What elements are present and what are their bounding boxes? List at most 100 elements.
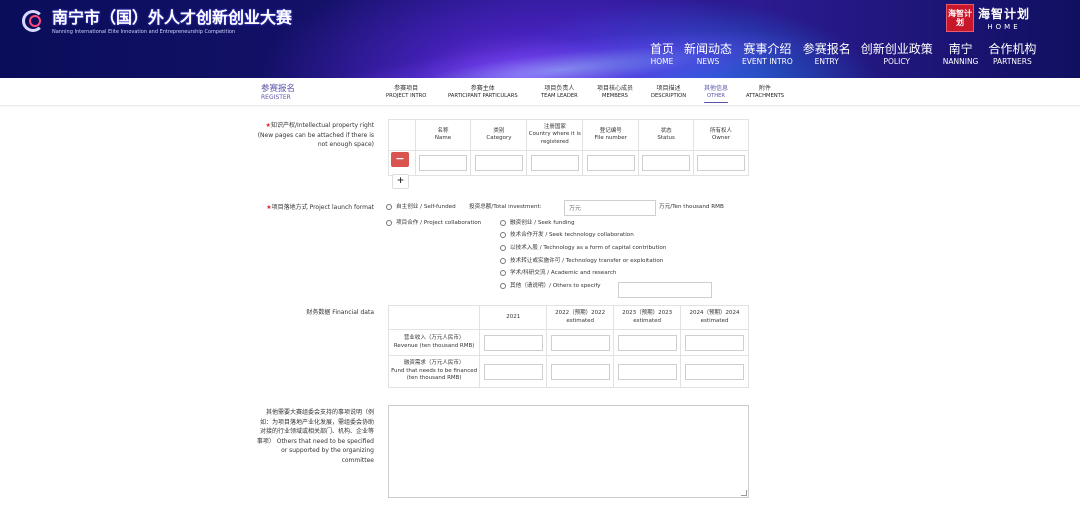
revenue-2022-input[interactable] <box>550 334 610 351</box>
main-nav: 首页 HOME 新闻动态 NEWS 赛事介绍 EVENT INTRO 参赛报名 ENTR… <box>650 42 1036 68</box>
ip-owner-input[interactable] <box>697 155 746 171</box>
radio-project-collaboration[interactable]: 项目合作 / Project collaboration <box>386 219 481 227</box>
others-specify-input[interactable] <box>618 282 712 298</box>
radio-others[interactable]: 其他（请说明）/ Others to specify <box>500 282 601 290</box>
brand-seal-icon: 海智计划 <box>946 4 974 32</box>
table-header-cell: 名称 Name <box>414 119 472 151</box>
row-label-en: Revenue (ten thousand RMB) <box>393 342 475 349</box>
tab-label-en: OTHER <box>706 93 726 99</box>
nav-item-home[interactable]: 首页 HOME <box>650 42 674 68</box>
table-cell <box>638 150 695 176</box>
total-investment-input[interactable] <box>564 200 656 216</box>
table-cell <box>526 150 584 176</box>
tab-description[interactable]: 项目描述 DESCRIPTION <box>651 85 686 102</box>
column-header-cn: 状态 <box>660 127 672 134</box>
table-cell <box>479 355 548 388</box>
nav-label-en: HOME <box>650 57 674 66</box>
investment-unit: 万元/Ten thousand RMB <box>659 204 724 210</box>
brand-title: 海智计划 <box>978 7 1031 21</box>
table-header-cell: 2023（预期）2023 estimated <box>613 305 682 330</box>
option-label: 以技术入股 / Technology as a form of capital … <box>510 245 667 251</box>
revenue-2024-input[interactable] <box>685 334 745 351</box>
revenue-2023-input[interactable] <box>617 334 677 351</box>
tab-attachments[interactable]: 附件 ATTACHMENTS <box>746 85 784 102</box>
brand-home-link[interactable]: 海智计划 海智计划 HOME <box>946 4 1030 32</box>
nav-item-news[interactable]: 新闻动态 NEWS <box>684 42 732 68</box>
nav-item-nanning[interactable]: 南宁 NANNING <box>943 42 979 68</box>
launch-format-label: ★项目落地方式 Project launch format <box>230 203 374 213</box>
table-header-cell: 2022（预期）2022 estimated <box>546 305 615 330</box>
table-header-cell: 类别 Category <box>470 119 528 151</box>
tab-label-en: PARTICIPANT PARTICULARS <box>448 93 518 99</box>
ip-name-input[interactable] <box>419 155 468 171</box>
table-header-cell: 2021 <box>479 305 548 330</box>
nav-item-event-intro[interactable]: 赛事介绍 EVENT INTRO <box>742 42 793 68</box>
radio-tech-collaboration[interactable]: 技术合作开发 / Seek technology collaboration <box>500 231 634 239</box>
revenue-2021-input[interactable] <box>483 334 543 351</box>
row-header-cell: 营业收入（万元人民币） Revenue (ten thousand RMB) <box>387 329 481 356</box>
column-header-line1: 2022（预期）2022 <box>555 310 606 316</box>
nav-label-en: POLICY <box>883 57 911 66</box>
table-row: 融资需求（万元人民币） Fund that needs to be finance… <box>387 355 749 388</box>
table-cell <box>479 329 548 356</box>
funding-2022-input[interactable] <box>550 363 610 380</box>
radio-circle-icon <box>500 220 506 226</box>
option-label: 项目合作 / Project collaboration <box>396 220 482 226</box>
tab-members[interactable]: 项目核心成员 MEMBERS <box>597 85 633 102</box>
radio-seek-funding[interactable]: 融资创业 / Seek funding <box>500 219 575 227</box>
tab-other[interactable]: 其他信息 OTHER <box>704 85 729 103</box>
table-cell <box>582 150 640 176</box>
ip-country-input[interactable] <box>530 155 579 171</box>
site-header: 南宁市（国）外人才创新创业大赛 Nanning International El… <box>0 0 1080 78</box>
table-header-cell: 2024（预期）2024 estimated <box>680 305 749 330</box>
tab-label-cn: 参赛项目 <box>394 85 419 92</box>
ip-table: 名称 Name 类别 Category 注册国家 Country where it i… <box>388 119 749 176</box>
nav-item-policy[interactable]: 创新创业政策 POLICY <box>861 42 933 68</box>
radio-academic[interactable]: 学术/科研交流 / Academic and research <box>500 269 616 277</box>
radio-circle-icon <box>500 270 506 276</box>
option-label: 学术/科研交流 / Academic and research <box>510 270 617 276</box>
radio-tech-capital[interactable]: 以技术入股 / Technology as a form of capital … <box>500 244 666 252</box>
site-logo[interactable]: 南宁市（国）外人才创新创业大赛 Nanning International El… <box>20 4 292 35</box>
funding-2024-input[interactable] <box>685 363 745 380</box>
nav-label-en: PARTNERS <box>993 57 1032 66</box>
tab-project-intro[interactable]: 参赛项目 PROJECT INTRO <box>386 85 426 102</box>
column-header-en: Country where it is registered <box>528 131 581 145</box>
nav-item-entry[interactable]: 参赛报名 ENTRY <box>803 42 851 68</box>
other-support-textarea[interactable] <box>388 405 749 498</box>
table-cell <box>613 355 682 388</box>
tab-label-en: TEAM LEADER <box>541 93 578 99</box>
add-row-button[interactable]: + <box>392 174 409 189</box>
tab-team-leader[interactable]: 项目负责人 TEAM LEADER <box>541 85 578 102</box>
tab-label-en: DESCRIPTION <box>651 93 687 99</box>
ip-category-input[interactable] <box>474 155 523 171</box>
financial-data-label: 财务数据 Financial data <box>306 309 374 316</box>
column-header-cn: 登记编号 <box>599 127 622 134</box>
option-label: 自主创业 / Self-funded <box>396 204 456 210</box>
table-cell <box>546 329 615 356</box>
column-header-line1: 2024（预期）2024 <box>689 310 740 316</box>
nav-label-cn: 首页 <box>650 42 675 56</box>
radio-self-funded[interactable]: 自主创业 / Self-funded <box>386 203 456 211</box>
logo-title-cn: 南宁市（国）外人才创新创业大赛 <box>52 8 293 27</box>
other-label-line3: 对接的行业领域或相关部门、机构、企业等 <box>259 428 374 436</box>
launch-format-label-text: 项目落地方式 Project launch format <box>271 204 374 211</box>
funding-2021-input[interactable] <box>483 363 543 380</box>
remove-row-button[interactable]: − <box>391 152 409 167</box>
tab-label-cn: 其他信息 <box>704 85 729 92</box>
tab-participant[interactable]: 参赛主体 PARTICIPANT PARTICULARS <box>448 85 518 102</box>
radio-tech-transfer[interactable]: 技术转让或实施许可 / Technology transfer or explo… <box>500 257 663 265</box>
nav-item-partners[interactable]: 合作机构 PARTNERS <box>988 42 1036 68</box>
ip-file-number-input[interactable] <box>586 155 635 171</box>
radio-circle-icon <box>500 283 506 289</box>
investment-label: 投资总额/Total investment: <box>469 204 542 210</box>
resize-handle-icon[interactable] <box>741 490 747 496</box>
funding-2023-input[interactable] <box>617 363 677 380</box>
column-header-en: Owner <box>712 135 731 141</box>
ip-status-input[interactable] <box>642 155 691 171</box>
table-cell <box>613 329 682 356</box>
radio-circle-icon <box>500 245 506 251</box>
column-header-en: File number <box>594 135 627 141</box>
brand-subtitle: HOME <box>987 23 1021 31</box>
other-support-label: 其他需要大赛组委会支持的事项说明（例 如：为项目落地产业化发展，需组委会协助 对… <box>240 408 374 466</box>
